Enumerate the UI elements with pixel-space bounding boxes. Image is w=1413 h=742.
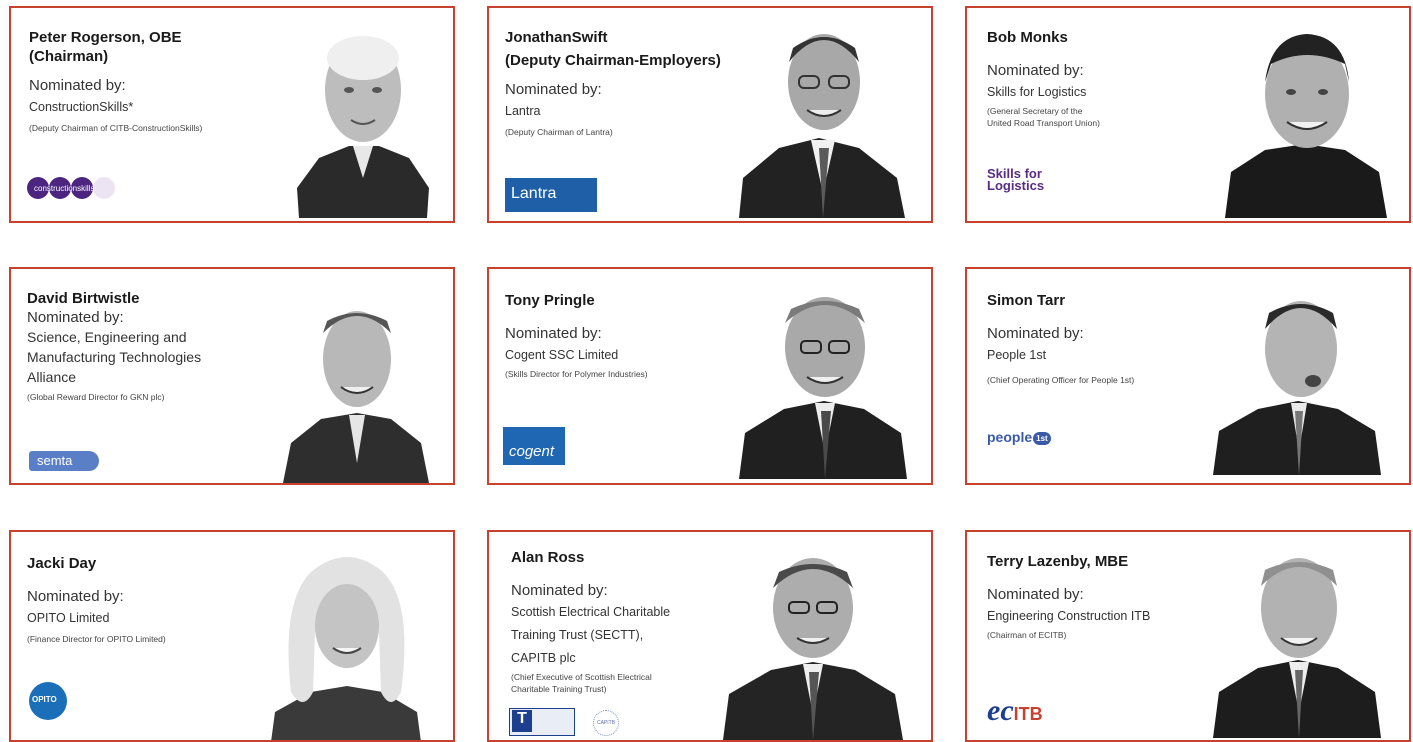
member-role: (Global Reward Director fo GKN plc): [27, 392, 165, 402]
nominating-org: OPITO Limited: [27, 611, 110, 625]
nominated-label: Nominated by:: [505, 81, 602, 98]
opito-logo: OPITO: [29, 682, 67, 720]
logo-text: cogent: [509, 443, 555, 460]
member-name: Peter Rogerson, OBE: [29, 29, 182, 46]
member-role: (Skills Director for Polymer Industries): [505, 369, 648, 379]
member-role: (Chief Operating Officer for People 1st): [987, 375, 1135, 385]
portrait-photo: [739, 297, 907, 479]
member-card-peter-rogerson: Peter Rogerson, OBE (Chairman) Nominated…: [9, 6, 455, 223]
portrait-photo: [1213, 558, 1381, 738]
logo-text: semta: [37, 453, 73, 468]
member-name: Jacki Day: [27, 555, 97, 572]
cogent-logo: cogent: [503, 427, 565, 465]
logo-text: CAPITB: [596, 720, 616, 726]
nominated-label: Nominated by:: [505, 325, 602, 342]
nominating-org-line1: Science, Engineering and: [27, 329, 187, 345]
member-role: (Deputy Chairman of Lantra): [505, 127, 613, 137]
logo-text: people: [987, 429, 1033, 445]
logo-text: constructionskills: [34, 184, 94, 193]
logo-badge: 1st: [1033, 431, 1051, 445]
member-role-line1: (General Secretary of the: [987, 106, 1083, 116]
nominated-label: Nominated by:: [29, 77, 126, 94]
nominated-label: Nominated by:: [27, 588, 124, 605]
nominated-label: Nominated by:: [27, 309, 124, 326]
capitb-logo: CAPITB: [593, 710, 619, 736]
member-name: Simon Tarr: [987, 292, 1066, 309]
logo-text-line2: Logistics: [987, 178, 1045, 193]
portrait-photo: [723, 558, 903, 740]
semta-logo: semta: [29, 451, 99, 471]
lantra-logo: Lantra: [505, 178, 597, 212]
member-name: David Birtwistle: [27, 290, 140, 307]
nominated-label: Nominated by:: [987, 62, 1084, 79]
nominating-org: People 1st: [987, 348, 1047, 362]
portrait-photo: [283, 311, 429, 483]
portrait-photo: [1225, 34, 1387, 218]
nominating-org: Lantra: [505, 104, 541, 118]
member-role: (Deputy Chairman of CITB-ConstructionSki…: [29, 123, 203, 133]
member-role: (Finance Director for OPITO Limited): [27, 634, 166, 644]
member-title: (Chairman): [29, 48, 109, 65]
nominated-label: Nominated by:: [987, 586, 1084, 603]
skills-for-logistics-logo: Skills for Logistics: [987, 167, 1045, 193]
sectt-logo: T: [509, 708, 575, 736]
nominating-org: Engineering Construction ITB: [987, 609, 1151, 623]
member-name: Bob Monks: [987, 29, 1068, 46]
member-card-alan-ross: Alan Ross Nominated by: Scottish Electri…: [487, 530, 933, 742]
logo-text-itb: ITB: [1013, 704, 1043, 724]
page: { "cards": [ {"name": "Peter Rogerson, O…: [0, 0, 1413, 742]
member-card-jacki-day: Jacki Day Nominated by: OPITO Limited (F…: [9, 530, 455, 742]
logo-text: OPITO: [32, 695, 57, 704]
member-card-simon-tarr: Simon Tarr Nominated by: People 1st (Chi…: [965, 267, 1411, 485]
nominated-label: Nominated by:: [987, 325, 1084, 342]
nominating-org: ConstructionSkills*: [29, 100, 134, 114]
nominating-org-line3: Alliance: [27, 369, 77, 385]
member-name: Tony Pringle: [505, 292, 595, 309]
nominating-org: Skills for Logistics: [987, 85, 1087, 99]
member-card-terry-lazenby: Terry Lazenby, MBE Nominated by: Enginee…: [965, 530, 1411, 742]
member-card-bob-monks: Bob Monks Nominated by: Skills for Logis…: [965, 6, 1411, 223]
portrait-photo: [297, 36, 429, 218]
member-role: (Chairman of ECITB): [987, 630, 1067, 640]
portrait-photo: [1213, 301, 1381, 475]
ecitb-logo: ecITB: [987, 694, 1043, 728]
member-card-jonathan-swift: JonathanSwift (Deputy Chairman-Employers…: [487, 6, 933, 223]
portrait-photo: [271, 557, 421, 740]
member-role-line2: United Road Transport Union): [987, 118, 1100, 128]
logo-text: T: [512, 710, 532, 732]
people-1st-logo: people 1st: [987, 429, 1051, 445]
portrait-photo: [739, 34, 905, 218]
logo-text-ec: ec: [987, 694, 1014, 727]
logo-text: Lantra: [511, 185, 557, 202]
member-card-tony-pringle: Tony Pringle Nominated by: Cogent SSC Li…: [487, 267, 933, 485]
member-name: Terry Lazenby, MBE: [987, 553, 1129, 570]
constructionskills-logo: constructionskills: [27, 177, 115, 199]
nominating-org-line2: Manufacturing Technologies: [27, 349, 202, 365]
member-name: JonathanSwift: [505, 29, 608, 46]
member-card-david-birtwistle: David Birtwistle Nominated by: Science, …: [9, 267, 455, 485]
member-title: (Deputy Chairman-Employers): [505, 52, 721, 69]
nominating-org: Cogent SSC Limited: [505, 348, 619, 362]
